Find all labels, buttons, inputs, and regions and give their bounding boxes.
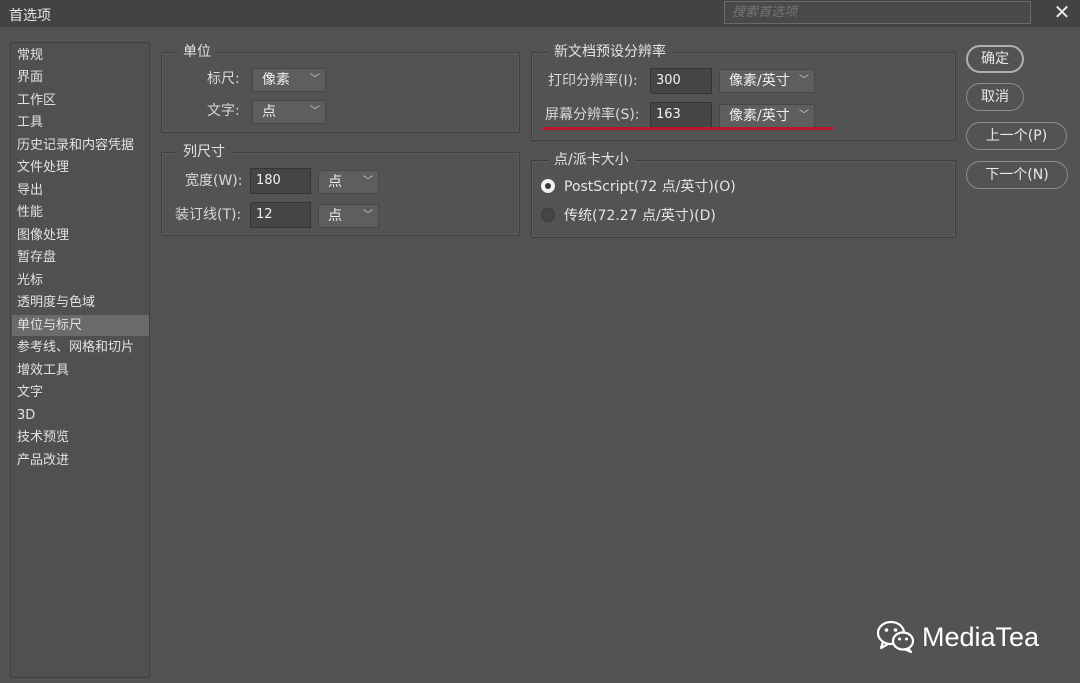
print-resolution-field[interactable]: 300 bbox=[650, 68, 712, 94]
print-resolution-unit-value: 像素/英寸 bbox=[729, 73, 790, 89]
screen-resolution-unit-value: 像素/英寸 bbox=[729, 108, 790, 124]
print-resolution-unit-select[interactable]: 像素/英寸 ﹀ bbox=[719, 69, 815, 93]
postscript-radio-option[interactable]: PostScript(72 点/英寸)(O) bbox=[541, 176, 736, 196]
sidebar-item-interface[interactable]: 界面 bbox=[12, 67, 149, 88]
sidebar-item-image-processing[interactable]: 图像处理 bbox=[12, 225, 149, 246]
point-size-group bbox=[531, 160, 956, 238]
traditional-label: 传统(72.27 点/英寸)(D) bbox=[564, 208, 716, 224]
sidebar-item-general[interactable]: 常规 bbox=[12, 45, 149, 66]
sidebar-item-plugins[interactable]: 增效工具 bbox=[12, 360, 149, 381]
sidebar-item-guides-grid[interactable]: 参考线、网格和切片 bbox=[12, 337, 149, 358]
sidebar-item-3d[interactable]: 3D bbox=[12, 405, 149, 426]
type-unit-select[interactable]: 点 ﹀ bbox=[252, 100, 326, 124]
chevron-down-icon: ﹀ bbox=[310, 106, 320, 117]
highlight-underline bbox=[542, 127, 834, 130]
sidebar-item-history[interactable]: 历史记录和内容凭据 bbox=[12, 135, 149, 156]
watermark-text: MediaTea bbox=[922, 621, 1040, 652]
screen-resolution-label: 屏幕分辨率(S): bbox=[545, 107, 640, 123]
ruler-unit-value: 像素 bbox=[262, 72, 290, 88]
window-title: 首选项 bbox=[9, 8, 51, 24]
new-doc-resolution-title: 新文档预设分辨率 bbox=[548, 43, 672, 61]
ok-button[interactable]: 确定 bbox=[966, 45, 1024, 73]
traditional-radio-option[interactable]: 传统(72.27 点/英寸)(D) bbox=[541, 205, 716, 225]
sidebar-item-units-rulers[interactable]: 单位与标尺 bbox=[12, 315, 149, 336]
sidebar-item-performance[interactable]: 性能 bbox=[12, 202, 149, 223]
type-label: 文字: bbox=[207, 103, 240, 119]
gutter-unit-select[interactable]: 点 ﹀ bbox=[318, 204, 379, 228]
ruler-unit-select[interactable]: 像素 ﹀ bbox=[252, 68, 326, 92]
sidebar-item-file-handling[interactable]: 文件处理 bbox=[12, 157, 149, 178]
chevron-down-icon: ﹀ bbox=[310, 74, 320, 85]
previous-button[interactable]: 上一个(P) bbox=[966, 122, 1067, 150]
type-unit-value: 点 bbox=[262, 104, 276, 120]
sidebar-item-cursors[interactable]: 光标 bbox=[12, 270, 149, 291]
width-unit-value: 点 bbox=[328, 174, 342, 190]
close-icon[interactable]: ✕ bbox=[1051, 1, 1073, 23]
wechat-icon bbox=[877, 620, 915, 654]
units-group-title: 单位 bbox=[177, 43, 217, 61]
gutter-unit-value: 点 bbox=[328, 208, 342, 224]
cancel-button[interactable]: 取消 bbox=[966, 83, 1024, 111]
watermark: MediaTea bbox=[877, 617, 1039, 657]
radio-selected-icon[interactable] bbox=[541, 179, 555, 193]
next-button[interactable]: 下一个(N) bbox=[966, 161, 1068, 189]
sidebar-item-export[interactable]: 导出 bbox=[12, 180, 149, 201]
radio-unselected-icon[interactable] bbox=[541, 208, 555, 222]
sidebar-item-transparency[interactable]: 透明度与色域 bbox=[12, 292, 149, 313]
sidebar-item-product-improvement[interactable]: 产品改进 bbox=[12, 450, 149, 471]
width-unit-select[interactable]: 点 ﹀ bbox=[318, 170, 379, 194]
width-field[interactable]: 180 bbox=[250, 168, 311, 194]
sidebar-item-tech-previews[interactable]: 技术预览 bbox=[12, 427, 149, 448]
chevron-down-icon: ﹀ bbox=[799, 75, 809, 86]
sidebar-item-scratch-disks[interactable]: 暂存盘 bbox=[12, 247, 149, 268]
chevron-down-icon: ﹀ bbox=[363, 210, 373, 221]
sidebar-item-type[interactable]: 文字 bbox=[12, 382, 149, 403]
screen-resolution-unit-select[interactable]: 像素/英寸 ﹀ bbox=[719, 104, 815, 128]
chevron-down-icon: ﹀ bbox=[363, 176, 373, 187]
point-size-title: 点/派卡大小 bbox=[548, 151, 635, 169]
units-group bbox=[161, 52, 520, 133]
gutter-label: 装订线(T): bbox=[175, 207, 242, 223]
chevron-down-icon: ﹀ bbox=[799, 110, 809, 121]
sidebar-item-tools[interactable]: 工具 bbox=[12, 112, 149, 133]
width-label: 宽度(W): bbox=[185, 173, 243, 189]
preferences-sidebar: 常规 界面 工作区 工具 历史记录和内容凭据 文件处理 导出 性能 图像处理 暂… bbox=[10, 42, 150, 678]
sidebar-item-workspace[interactable]: 工作区 bbox=[12, 90, 149, 111]
print-resolution-label: 打印分辨率(I): bbox=[548, 73, 638, 89]
screen-resolution-field[interactable]: 163 bbox=[650, 102, 712, 128]
gutter-field[interactable]: 12 bbox=[250, 202, 311, 228]
column-size-group-title: 列尺寸 bbox=[177, 143, 231, 161]
postscript-label: PostScript(72 点/英寸)(O) bbox=[564, 179, 736, 195]
ruler-label: 标尺: bbox=[207, 71, 240, 87]
title-bar: 首选项 ✕ bbox=[0, 0, 1080, 27]
search-input[interactable] bbox=[724, 1, 1031, 24]
